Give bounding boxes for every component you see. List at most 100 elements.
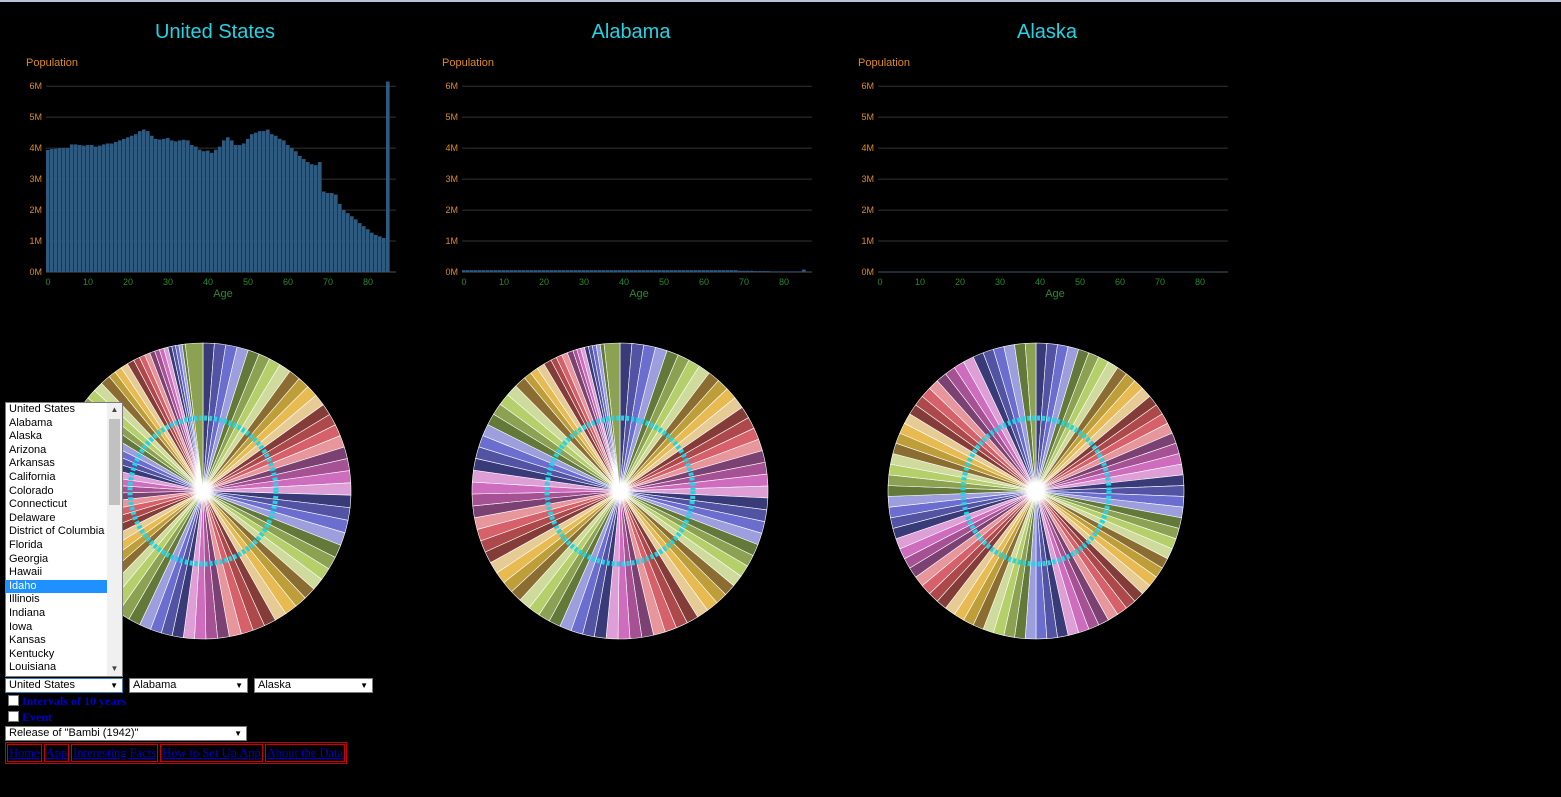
bar — [474, 270, 478, 272]
bar — [694, 270, 698, 272]
list-option[interactable]: Kentucky — [6, 648, 108, 662]
list-option[interactable]: Indiana — [6, 607, 108, 621]
bar — [738, 270, 742, 272]
list-option[interactable]: United States — [6, 403, 108, 417]
bar — [746, 270, 750, 272]
nav-link-app[interactable]: App — [43, 744, 70, 762]
intervals-label[interactable]: Intervals of 10 years — [22, 694, 126, 709]
bar — [190, 145, 194, 272]
list-option[interactable]: Alaska — [6, 430, 108, 444]
region-select-3[interactable]: Alaska ▼ — [254, 678, 373, 693]
bar — [686, 270, 690, 272]
bar — [302, 158, 306, 272]
bar — [494, 270, 498, 272]
bar — [930, 271, 934, 273]
list-option[interactable]: Idaho — [6, 579, 108, 594]
list-option[interactable]: Iowa — [6, 621, 108, 635]
list-option[interactable]: Connecticut — [6, 498, 108, 512]
x-tick-label: 0 — [877, 277, 882, 287]
list-option[interactable]: Louisiana — [6, 661, 108, 675]
region-select-1[interactable]: United States ▼ — [5, 678, 123, 693]
bar — [238, 145, 242, 272]
bar — [466, 270, 470, 272]
y-tick-label: 0M — [29, 267, 42, 277]
bar — [918, 271, 922, 273]
intervals-checkbox[interactable] — [8, 695, 19, 706]
chevron-down-icon: ▼ — [235, 681, 243, 690]
bar — [330, 193, 334, 272]
bar — [554, 270, 558, 272]
x-tick-label: 40 — [203, 277, 213, 287]
bar — [186, 140, 190, 272]
event-select[interactable]: Release of "Bambi (1942)" ▼ — [5, 726, 247, 741]
list-option[interactable]: Arkansas — [6, 457, 108, 471]
list-scrollbar[interactable]: ▲ ▼ — [107, 403, 122, 676]
list-option[interactable]: District of Columbia — [6, 525, 108, 539]
bar — [778, 271, 782, 272]
list-option[interactable]: Kansas — [6, 634, 108, 648]
population-bar-chart: Population 0M 1M 2M 3M 4M 5M 6M 0 10 20 30 40 50 60 70 8… — [858, 57, 1228, 300]
y-tick-label: 1M — [29, 236, 42, 246]
bar — [962, 271, 966, 273]
bar — [242, 143, 246, 272]
list-option[interactable]: Illinois — [6, 593, 108, 607]
bar — [754, 271, 758, 272]
region-select-2[interactable]: Alabama ▼ — [129, 678, 248, 693]
nav-link-home[interactable]: Home — [7, 744, 42, 762]
bar — [154, 138, 158, 272]
bar — [946, 271, 950, 273]
bar — [578, 270, 582, 272]
bar — [502, 270, 506, 272]
bar — [86, 145, 90, 272]
bar — [750, 270, 754, 272]
list-option[interactable]: Hawaii — [6, 566, 108, 580]
list-option[interactable]: Georgia — [6, 553, 108, 567]
list-option[interactable]: Arizona — [6, 444, 108, 458]
bar — [270, 134, 274, 272]
list-option[interactable]: Delaware — [6, 512, 108, 526]
list-option[interactable]: California — [6, 471, 108, 485]
bar — [198, 149, 202, 272]
scroll-up-arrow-icon[interactable]: ▲ — [107, 403, 122, 417]
region-dropdown-list[interactable]: United States Alabama Alaska Arizona Arkansa… — [5, 402, 123, 677]
nav-link-interesting-facts[interactable]: Interesting Facts — [71, 744, 159, 762]
pie-center — [189, 477, 217, 505]
bar — [518, 270, 522, 272]
list-option[interactable]: Colorado — [6, 485, 108, 499]
bar — [490, 270, 494, 272]
nav-link-about-data[interactable]: About the Data — [264, 744, 346, 762]
bar — [130, 135, 134, 272]
bar — [158, 139, 162, 272]
list-option[interactable]: Florida — [6, 539, 108, 553]
event-checkbox[interactable] — [8, 711, 19, 722]
panel-alaska: Alaska Population 0M 1M 2M 3M 4M 5M 6M 0 10 20 30 40… — [842, 2, 1252, 322]
bar — [638, 270, 642, 272]
bar — [598, 270, 602, 272]
bar — [1186, 271, 1190, 273]
bar — [1050, 271, 1054, 273]
bar — [890, 271, 894, 273]
bar — [574, 270, 578, 272]
scroll-down-arrow-icon[interactable]: ▼ — [107, 662, 122, 676]
bar — [282, 140, 286, 272]
scroll-thumb[interactable] — [109, 419, 120, 505]
bar — [626, 270, 630, 272]
bar — [318, 162, 322, 272]
bar — [1110, 271, 1114, 273]
bar — [582, 270, 586, 272]
bar — [982, 271, 986, 273]
chevron-down-icon: ▼ — [360, 681, 368, 690]
nav-link-setup[interactable]: How to Set Up App — [160, 744, 263, 762]
bar — [1210, 271, 1214, 273]
bar — [66, 148, 70, 272]
bar — [1078, 271, 1082, 273]
y-tick-label: 4M — [861, 143, 874, 153]
bar — [162, 138, 166, 272]
list-option[interactable]: Alabama — [6, 417, 108, 431]
bar — [374, 234, 378, 272]
bar — [314, 165, 318, 272]
event-label[interactable]: Event — [22, 710, 52, 725]
age-pie-chart-alabama — [471, 342, 769, 640]
select-value: Alaska — [258, 679, 292, 691]
x-tick-label: 70 — [323, 277, 333, 287]
